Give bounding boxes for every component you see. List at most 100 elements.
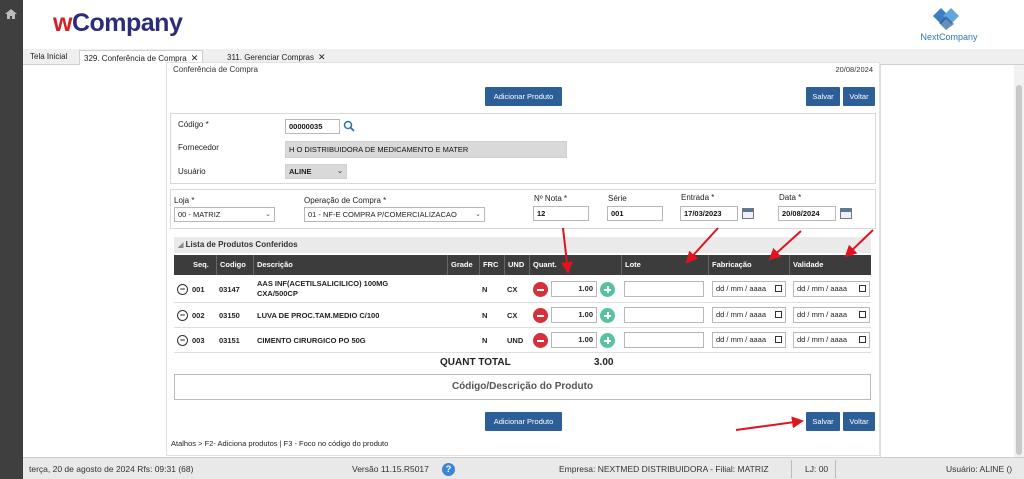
row-descricao: LUVA DE PROC.TAM.MEDIO C/100 [257,311,380,320]
codigo-label: Código * [178,120,209,129]
col-seq: Seq. [193,260,209,269]
status-divider [791,460,792,478]
back-button-bottom[interactable]: Voltar [843,412,875,431]
save-button-top[interactable]: Salvar [806,87,840,106]
right-margin [880,65,1024,457]
back-button-top[interactable]: Voltar [843,87,875,106]
calendar-icon[interactable] [859,336,866,343]
nextcompany-mark-icon [933,8,959,30]
product-list-header[interactable]: ◢ Lista de Produtos Conferidos [174,237,871,253]
calendar-icon[interactable] [775,311,782,318]
help-icon[interactable]: ? [442,463,455,476]
close-icon[interactable]: ✕ [318,52,326,62]
scrollbar[interactable] [1014,65,1024,457]
decrease-quantity-button[interactable] [533,308,548,323]
remove-row-icon[interactable]: − [177,284,188,295]
quantity-input[interactable]: 1.00 [551,332,597,348]
remove-row-icon[interactable]: − [177,335,188,346]
loja-select[interactable]: 00 - MATRIZ ⌄ [174,207,275,222]
chevron-down-icon: ⌄ [475,211,481,218]
page-title: Conferência de Compra [173,65,258,74]
nota-input[interactable]: 12 [533,206,589,221]
serie-input[interactable]: 001 [607,206,663,221]
tab-tela-inicial[interactable]: Tela Inicial [26,50,71,65]
col-descricao: Descrição [253,255,293,275]
validade-input[interactable]: dd / mm / aaaa [793,281,870,297]
product-list-title: Lista de Produtos Conferidos [185,240,298,249]
status-divider [835,460,836,478]
nextcompany-text: NextCompany [920,32,978,42]
search-icon[interactable] [343,120,355,132]
total-value: 3.00 [594,357,614,368]
row-codigo: 03150 [219,311,240,320]
nextcompany-logo: NextCompany [914,6,984,42]
row-descricao: CIMENTO CIRURGICO PO 50G [257,336,366,345]
wcompany-logo: wCompany [53,9,183,37]
col-lote: Lote [621,255,708,275]
left-sidebar [0,0,23,479]
table-header: Seq. Codigo Descrição Grade FRC UND Quan… [174,255,871,275]
row-seq: 001 [192,285,205,294]
row-und: UND [507,336,524,345]
row-und: CX [507,311,518,320]
scrollbar-thumb[interactable] [1016,85,1022,455]
calendar-icon[interactable] [859,311,866,318]
calendar-icon[interactable] [775,285,782,292]
validade-input[interactable]: dd / mm / aaaa [793,332,870,348]
data-label: Data * [779,193,802,202]
row-seq: 002 [192,311,205,320]
entrada-input[interactable]: 17/03/2023 [680,206,738,221]
app-header: wCompany NextCompany [23,0,1024,49]
serie-label: Série [608,194,627,203]
calendar-icon[interactable] [775,336,782,343]
remove-row-icon[interactable]: − [177,310,188,321]
operacao-select[interactable]: 01 - NF-E COMPRA P/COMERCIALIZACAO ⌄ [304,207,485,222]
home-icon[interactable] [5,9,17,19]
validade-input[interactable]: dd / mm / aaaa [793,307,870,323]
status-datetime: terça, 20 de agosto de 2024 Rfs: 09:31 (… [29,464,194,474]
row-descricao: AAS INF(ACETILSALICILICO) 100MG CXA/500C… [257,279,389,298]
increase-quantity-button[interactable] [600,333,615,348]
increase-quantity-button[interactable] [600,308,615,323]
usuario-label: Usuário [178,167,206,176]
lote-input[interactable] [624,307,704,323]
quantity-input[interactable]: 1.00 [551,307,597,323]
row-frc: N [482,336,488,345]
add-product-button-bottom[interactable]: Adicionar Produto [485,412,562,431]
collapse-triangle-icon[interactable]: ◢ [178,242,183,249]
row-seq: 003 [192,336,205,345]
purchase-form-panel [170,189,876,229]
loja-label: Loja * [174,196,195,205]
calendar-icon[interactable] [742,208,754,219]
decrease-quantity-button[interactable] [533,333,548,348]
lote-input[interactable] [624,332,704,348]
fabricacao-input[interactable]: dd / mm / aaaa [712,332,786,348]
row-codigo: 03147 [219,285,240,294]
calendar-icon[interactable] [859,285,866,292]
save-button-bottom[interactable]: Salvar [806,412,840,431]
fabricacao-input[interactable]: dd / mm / aaaa [712,281,786,297]
status-user: Usuário: ALINE () [946,464,1013,474]
fornecedor-field: H O DISTRIBUIDORA DE MEDICAMENTO E MATER [285,141,567,158]
increase-quantity-button[interactable] [600,282,615,297]
col-frc: FRC [479,255,498,275]
operacao-label: Operação de Compra * [304,196,387,205]
col-validade: Validade [789,255,823,275]
row-und: CX [507,285,518,294]
codigo-input[interactable]: 00000035 [285,119,340,134]
table-row: − 002 03150 LUVA DE PROC.TAM.MEDIO C/100… [174,304,871,328]
product-search-input[interactable]: Código/Descrição do Produto [174,374,871,400]
add-product-button-top[interactable]: Adicionar Produto [485,87,562,106]
fabricacao-input[interactable]: dd / mm / aaaa [712,307,786,323]
status-bar: terça, 20 de agosto de 2024 Rfs: 09:31 (… [23,457,1024,479]
page-date: 20/08/2024 [835,65,873,74]
calendar-icon[interactable] [840,208,852,219]
table-row: − 001 03147 AAS INF(ACETILSALICILICO) 10… [174,276,871,303]
data-input[interactable]: 20/08/2024 [778,206,836,221]
decrease-quantity-button[interactable] [533,282,548,297]
col-grade: Grade [447,255,473,275]
quantity-input[interactable]: 1.00 [551,281,597,297]
chevron-down-icon: ⌄ [265,211,271,218]
usuario-select[interactable]: ALINE ⌄ [285,164,347,179]
lote-input[interactable] [624,281,704,297]
